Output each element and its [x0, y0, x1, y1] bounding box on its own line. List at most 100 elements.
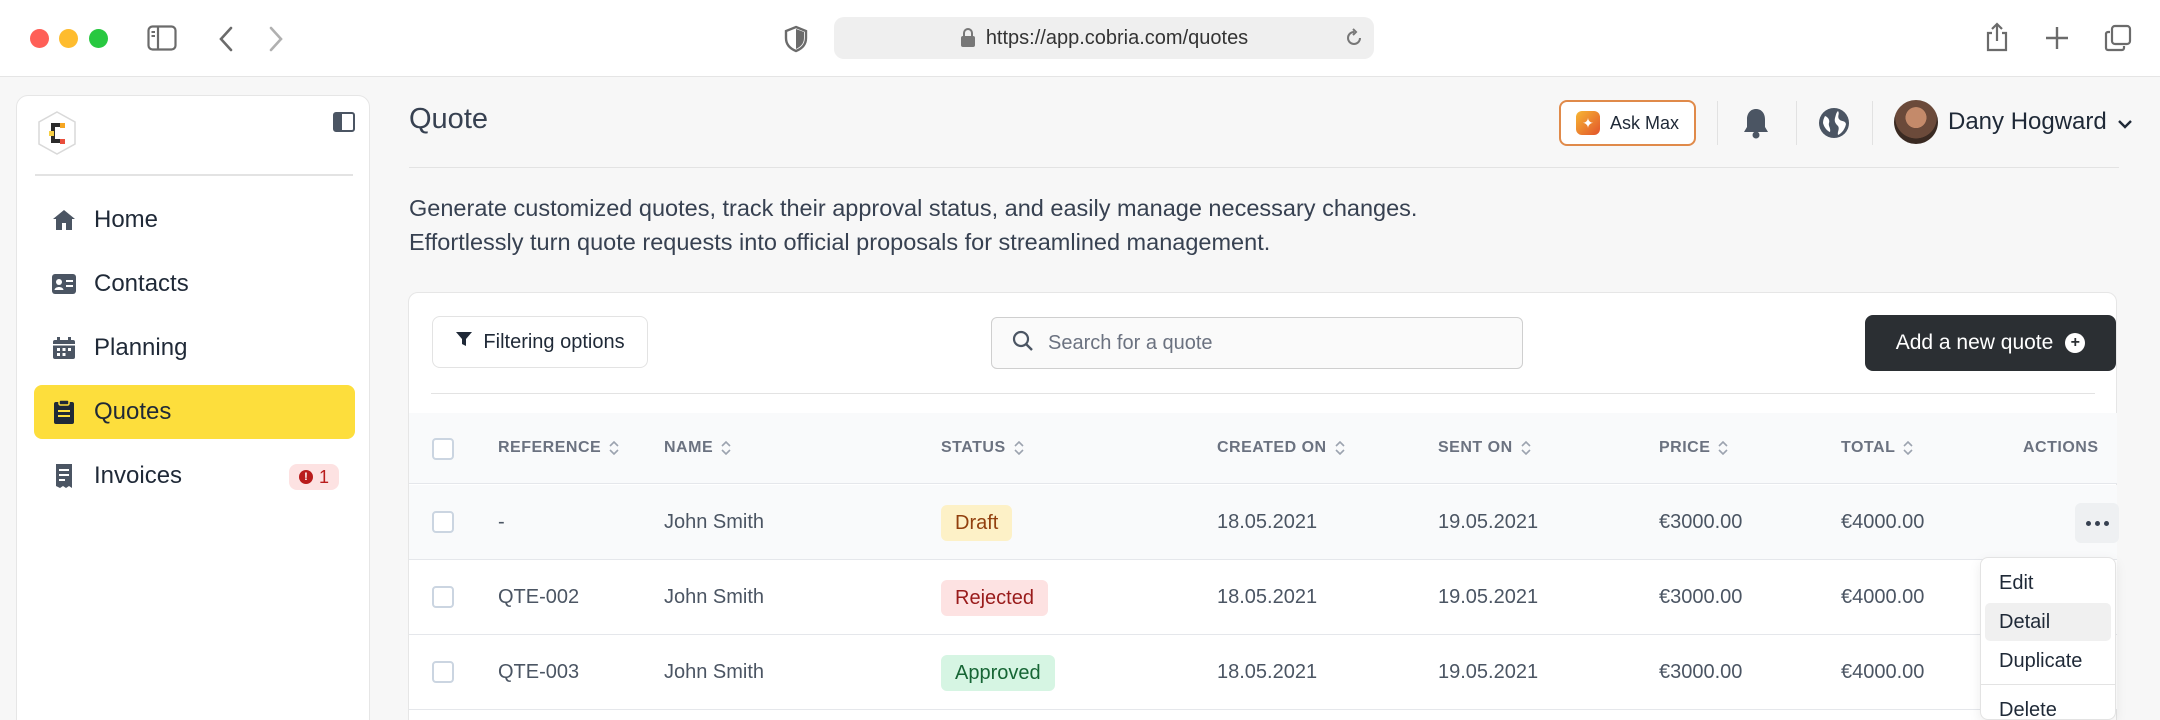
sort-icon — [609, 441, 619, 455]
cell-sent-on: 19.05.2021 — [1438, 586, 1539, 608]
cell-total: €4000.00 — [1841, 661, 1925, 683]
column-label: NAME — [664, 439, 714, 456]
column-label: CREATED ON — [1217, 439, 1327, 456]
clipboard-icon — [50, 398, 78, 426]
sidebar-item-label: Planning — [94, 334, 188, 361]
search-box[interactable] — [991, 317, 1523, 369]
invoice-icon — [50, 462, 78, 490]
chevron-down-icon — [2117, 108, 2133, 136]
table-row[interactable]: QTE-002 John Smith Rejected 18.05.2021 1… — [409, 560, 2117, 635]
header-separator — [1717, 101, 1718, 145]
globe-icon[interactable] — [1818, 107, 1850, 144]
reload-icon[interactable] — [1344, 28, 1364, 54]
header-separator — [1796, 101, 1797, 145]
forward-arrow-icon[interactable] — [268, 26, 284, 52]
sort-icon — [1335, 441, 1345, 455]
sidebar-item-home[interactable]: Home — [34, 193, 355, 247]
cell-price: €3000.00 — [1659, 511, 1743, 533]
user-menu[interactable]: Dany Hogward — [1894, 99, 2133, 145]
sidebar-item-planning[interactable]: Planning — [34, 321, 355, 375]
maximize-window-button[interactable] — [89, 29, 108, 48]
header-separator — [1872, 101, 1873, 145]
cell-price: €3000.00 — [1659, 586, 1743, 608]
sidebar-item-label: Contacts — [94, 270, 189, 297]
invoices-badge-count: 1 — [318, 466, 329, 487]
cell-reference: QTE-003 — [498, 661, 580, 683]
cell-price: €3000.00 — [1659, 661, 1743, 683]
sidebar-toggle-icon[interactable] — [147, 25, 177, 51]
minimize-window-button[interactable] — [59, 29, 78, 48]
description-line: Effortlessly turn quote requests into of… — [409, 229, 1271, 255]
tab-overview-icon[interactable] — [2104, 24, 2132, 52]
menu-item-detail[interactable]: Detail — [1985, 603, 2111, 641]
ask-max-button[interactable]: ✦ Ask Max — [1559, 100, 1696, 146]
quotes-card: Filtering options Add a new quote + REFE… — [408, 292, 2119, 720]
bell-icon[interactable] — [1741, 107, 1771, 144]
table-row[interactable]: QTE-003 John Smith Approved 18.05.2021 1… — [409, 635, 2117, 710]
column-label: TOTAL — [1841, 439, 1896, 456]
column-header-actions: ACTIONS — [2023, 439, 2099, 457]
row-actions-button[interactable] — [2075, 503, 2119, 543]
sort-icon — [721, 441, 731, 455]
alert-icon: ! — [298, 470, 313, 484]
row-checkbox[interactable] — [432, 586, 454, 608]
menu-item-duplicate[interactable]: Duplicate — [1985, 642, 2111, 680]
column-header-sent-on[interactable]: SENT ON — [1438, 439, 1531, 457]
cell-sent-on: 19.05.2021 — [1438, 661, 1539, 683]
collapse-sidebar-icon[interactable] — [333, 112, 355, 137]
cell-created-on: 18.05.2021 — [1217, 511, 1318, 533]
column-header-price[interactable]: PRICE — [1659, 439, 1728, 457]
column-header-total[interactable]: TOTAL — [1841, 439, 1913, 457]
sidebar-item-label: Invoices — [94, 462, 183, 489]
avatar — [1894, 100, 1938, 144]
select-all-checkbox[interactable] — [432, 438, 454, 460]
cell-reference: QTE-002 — [498, 586, 580, 608]
calendar-icon — [50, 334, 78, 362]
description-line: Generate customized quotes, track their … — [409, 195, 1418, 221]
sidebar-item-quotes[interactable]: Quotes — [34, 385, 355, 439]
sidebar-nav: Home Contacts Planning Quotes Invoices !… — [34, 193, 355, 513]
menu-item-edit[interactable]: Edit — [1985, 564, 2111, 602]
cell-name: John Smith — [664, 661, 765, 683]
menu-divider — [1981, 684, 2115, 685]
sidebar-item-invoices[interactable]: Invoices ! 1 — [34, 449, 355, 503]
ask-max-label: Ask Max — [1609, 112, 1679, 133]
add-new-quote-button[interactable]: Add a new quote + — [1865, 315, 2116, 371]
column-header-name[interactable]: NAME — [664, 439, 731, 457]
column-label: REFERENCE — [498, 439, 602, 456]
new-tab-icon[interactable] — [2044, 25, 2070, 51]
share-icon[interactable] — [1984, 22, 2010, 52]
cell-name: John Smith — [664, 586, 765, 608]
sparkle-icon: ✦ — [1575, 111, 1600, 135]
status-badge: Rejected — [941, 580, 1048, 616]
lock-icon — [960, 28, 976, 48]
shield-icon[interactable] — [784, 25, 808, 53]
column-header-reference[interactable]: REFERENCE — [498, 439, 619, 457]
cell-sent-on: 19.05.2021 — [1438, 511, 1539, 533]
sort-icon — [1014, 441, 1024, 455]
address-bar[interactable]: https://app.cobria.com/quotes — [834, 17, 1374, 59]
table-header: REFERENCE NAME STATUS CREATED ON SENT ON… — [409, 413, 2117, 484]
url-text: https://app.cobria.com/quotes — [985, 26, 1249, 49]
back-arrow-icon[interactable] — [218, 26, 234, 52]
sidebar-item-contacts[interactable]: Contacts — [34, 257, 355, 311]
cell-created-on: 18.05.2021 — [1217, 661, 1318, 683]
close-window-button[interactable] — [30, 29, 49, 48]
page-description: Generate customized quotes, track their … — [409, 191, 1417, 259]
sidebar: Home Contacts Planning Quotes Invoices !… — [16, 95, 370, 720]
filtering-options-button[interactable]: Filtering options — [432, 316, 648, 368]
more-dots-icon — [2103, 520, 2109, 526]
menu-item-delete[interactable]: Delete — [1985, 691, 2111, 720]
row-checkbox[interactable] — [432, 661, 454, 683]
filter-icon — [455, 330, 473, 354]
search-input[interactable] — [1048, 331, 1488, 355]
cell-created-on: 18.05.2021 — [1217, 586, 1318, 608]
column-header-created-on[interactable]: CREATED ON — [1217, 439, 1345, 457]
row-checkbox[interactable] — [432, 511, 454, 533]
sort-icon — [1903, 441, 1913, 455]
home-icon — [50, 206, 78, 234]
header-divider — [409, 167, 2119, 168]
column-label: ACTIONS — [2023, 439, 2099, 456]
table-row[interactable]: - John Smith Draft 18.05.2021 19.05.2021… — [409, 485, 2119, 560]
column-header-status[interactable]: STATUS — [941, 439, 1024, 457]
